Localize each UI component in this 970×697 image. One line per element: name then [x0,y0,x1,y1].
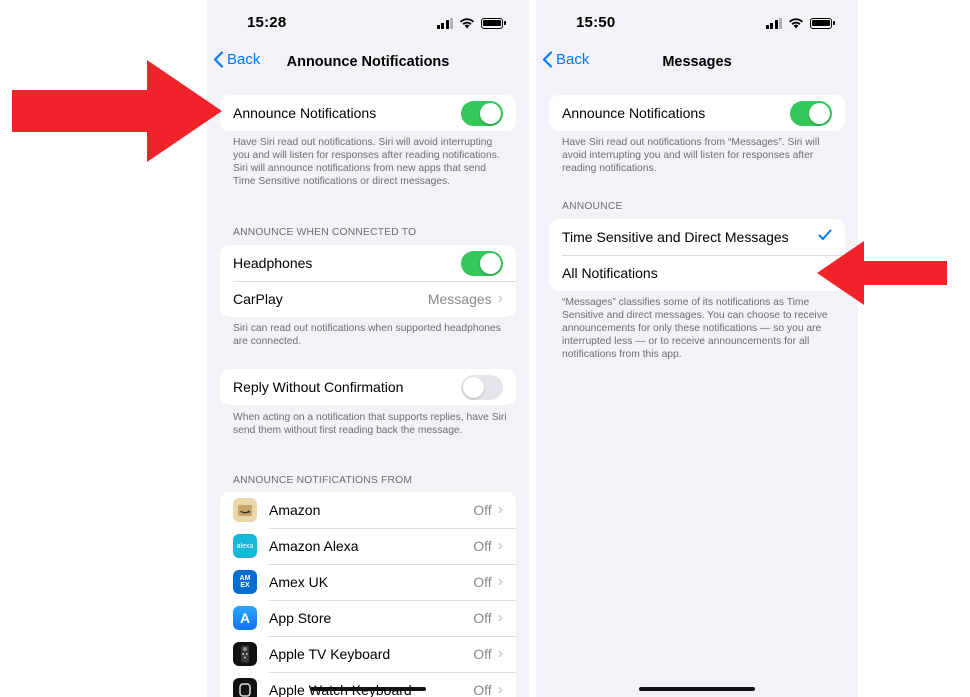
navigation-bar: Back Messages [536,48,858,76]
connected-footer: Siri can read out notifications when sup… [233,323,501,347]
red-arrow-right-icon [12,60,222,162]
row-label: Headphones [233,255,313,271]
app-name: App Store [269,610,332,626]
app-value: Off [473,646,492,662]
announce-notifications-row: Announce Notifications [220,95,516,131]
remote-icon [233,642,257,666]
app-value: Off [473,502,492,518]
chevron-right-icon: › [497,290,503,307]
app-value: Off [473,610,492,626]
navigation-bar: Back Announce Notifications [207,48,529,76]
option-time-sensitive[interactable]: Time Sensitive and Direct Messages [549,219,845,255]
app-name: Amazon [269,502,321,518]
amazon-icon [233,498,257,522]
status-icons [765,17,835,29]
app-row-apple-watch-keyboard[interactable]: Apple Watch Keyboard Off › [220,672,516,697]
cellular-signal-icon [765,17,782,29]
reply-without-confirmation-row: Reply Without Confirmation [220,369,516,405]
carplay-row[interactable]: CarPlay Messages › [220,281,516,317]
amex-icon: AM EX [233,570,257,594]
reply-group: Reply Without Confirmation [220,369,516,405]
section-header-connected: Announce when connected to [233,227,417,238]
app-value: Off [473,682,492,697]
announce-footer: Have Siri read out notifications from “M… [562,137,820,174]
chevron-right-icon: › [497,573,503,590]
app-row-amazon[interactable]: Amazon Off › [220,492,516,528]
option-label: Time Sensitive and Direct Messages [562,229,789,245]
option-all-notifications[interactable]: All Notifications [549,255,845,291]
app-row-amazon-alexa[interactable]: alexa Amazon Alexa Off › [220,528,516,564]
app-name: Amex UK [269,574,329,590]
status-time: 15:50 [576,14,616,31]
wifi-icon [789,18,803,29]
app-store-icon: A [233,606,257,630]
chevron-right-icon: › [497,645,503,662]
row-label: Announce Notifications [233,105,377,121]
app-row-apple-tv-keyboard[interactable]: Apple TV Keyboard Off › [220,636,516,672]
announce-notifications-screen: 15:28 Back Announce Notifications Announ… [207,0,529,697]
home-indicator[interactable] [310,687,426,691]
app-value: Off [473,574,492,590]
row-label: CarPlay [233,291,283,307]
alexa-icon: alexa [233,534,257,558]
battery-icon [481,17,506,29]
options-footer: “Messages” classifies some of its notifi… [562,297,828,360]
watch-icon [233,678,257,697]
app-name: Amazon Alexa [269,538,359,554]
status-time: 15:28 [247,14,287,31]
announce-group: Announce Notifications [549,95,845,131]
chevron-right-icon: › [497,609,503,626]
option-label: All Notifications [562,265,658,281]
home-indicator[interactable] [639,687,755,691]
headphones-row: Headphones [220,245,516,281]
announce-notifications-toggle[interactable] [461,100,503,126]
app-value: Off [473,538,492,554]
carplay-value: Messages [427,291,492,307]
status-icons [436,17,506,29]
app-row-app-store[interactable]: A App Store Off › [220,600,516,636]
row-label: Announce Notifications [562,105,706,121]
row-label: Reply Without Confirmation [233,379,404,395]
connected-group: Headphones CarPlay Messages › [220,245,516,317]
wifi-icon [460,18,474,29]
app-row-amex-uk[interactable]: AM EX Amex UK Off › [220,564,516,600]
announce-notifications-toggle[interactable] [790,100,832,126]
headphones-toggle[interactable] [461,250,503,276]
announce-options-group: Time Sensitive and Direct Messages All N… [549,219,845,291]
chevron-right-icon: › [497,501,503,518]
cellular-signal-icon [436,17,453,29]
chevron-right-icon: › [497,537,503,554]
page-title: Announce Notifications [286,54,450,70]
apps-list: Amazon Off › alexa Amazon Alexa Off › AM… [220,492,516,697]
battery-icon [810,17,835,29]
red-arrow-left-icon [817,241,947,305]
chevron-right-icon: › [497,681,503,697]
announce-notifications-row: Announce Notifications [549,95,845,131]
section-header-apps: Announce notifications from [233,475,413,486]
status-bar: 15:28 [207,0,529,46]
status-bar: 15:50 [536,0,858,46]
app-name: Apple TV Keyboard [269,646,391,662]
announce-footer: Have Siri read out notifications. Siri w… [233,137,500,187]
messages-announce-screen: 15:50 Back Messages Announce Notificatio… [536,0,858,697]
page-title: Messages [662,54,732,70]
announce-group: Announce Notifications [220,95,516,131]
reply-without-confirmation-toggle[interactable] [461,374,503,400]
section-header-announce: Announce [562,201,623,212]
reply-footer: When acting on a notification that suppo… [233,412,507,436]
